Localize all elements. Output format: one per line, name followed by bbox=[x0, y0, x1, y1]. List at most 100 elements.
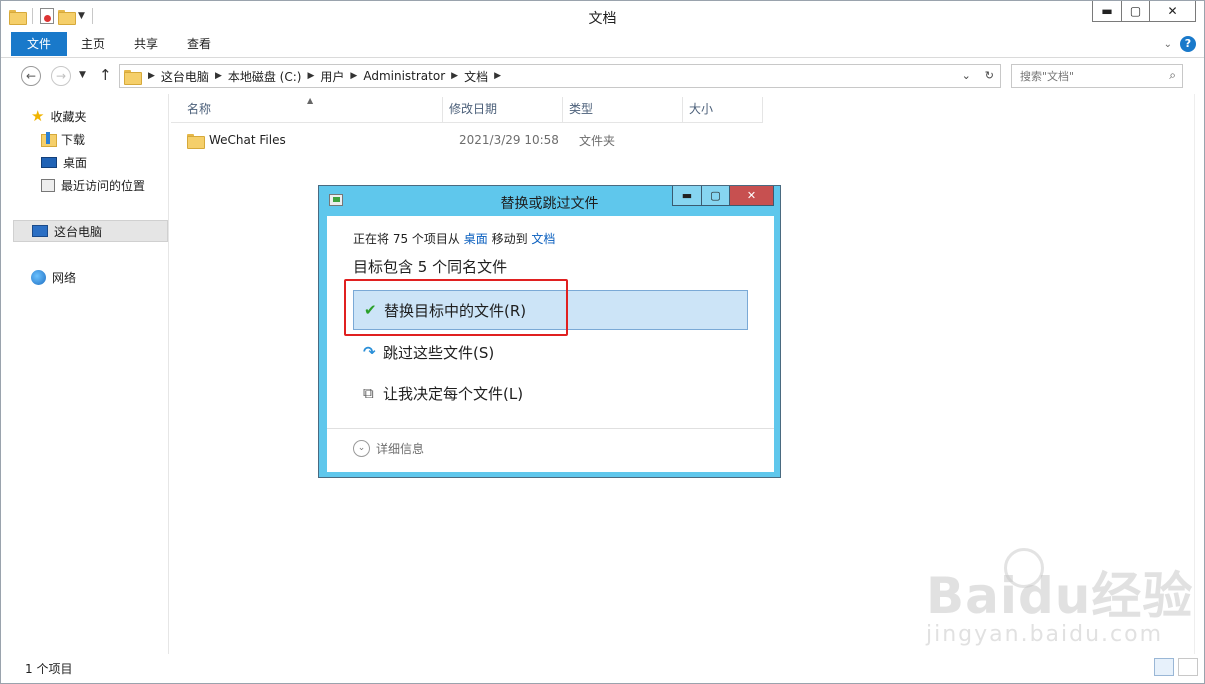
details-label: 详细信息 bbox=[376, 442, 425, 456]
breadcrumb-this-pc[interactable]: 这台电脑 bbox=[161, 68, 209, 85]
network-icon bbox=[31, 269, 46, 285]
forward-arrow-icon[interactable]: → bbox=[51, 66, 71, 86]
option-label: 让我决定每个文件(L) bbox=[383, 384, 524, 403]
breadcrumb-local-disk[interactable]: 本地磁盘 (C:) bbox=[228, 68, 302, 85]
sidebar-item-label: 下载 bbox=[61, 132, 86, 147]
sidebar-item-label: 最近访问的位置 bbox=[61, 178, 146, 193]
ribbon-right-controls: ⌄ ? bbox=[1164, 36, 1196, 52]
sidebar-item-favorites[interactable]: ★ 收藏夹 bbox=[31, 105, 86, 127]
large-icons-view-button[interactable] bbox=[1178, 658, 1198, 676]
desktop-icon bbox=[41, 156, 57, 168]
table-row[interactable]: WeChat Files 2021/3/29 10:58 文件夹 bbox=[187, 129, 699, 151]
more-details-toggle[interactable]: ⌄ 详细信息 bbox=[353, 440, 424, 457]
breadcrumb-users[interactable]: 用户 bbox=[320, 68, 344, 85]
view-buttons bbox=[1154, 658, 1198, 676]
details-view-button[interactable] bbox=[1154, 658, 1174, 676]
refresh-icon[interactable]: ↻ bbox=[985, 69, 994, 82]
move-summary-prefix: 正在将 75 个项目从 bbox=[353, 232, 460, 246]
address-bar-controls: ⌄ ↻ bbox=[962, 69, 994, 82]
vertical-scrollbar[interactable] bbox=[1194, 94, 1204, 654]
downloads-folder-icon bbox=[41, 132, 57, 147]
computer-icon bbox=[32, 225, 48, 237]
breadcrumb-separator-icon[interactable]: ▶ bbox=[307, 71, 314, 81]
breadcrumb-separator-icon[interactable]: ▶ bbox=[215, 71, 222, 81]
file-type: 文件夹 bbox=[579, 133, 616, 148]
navigation-bar: ← → ▼ ↑ ▶ 这台电脑 ▶ 本地磁盘 (C:) ▶ 用户 ▶ Admini… bbox=[1, 61, 1204, 91]
expand-ribbon-chevron-icon[interactable]: ⌄ bbox=[1164, 39, 1172, 50]
dialog-body: 正在将 75 个项目从 桌面 移动到 文档 目标包含 5 个同名文件 ✔ 替换目… bbox=[327, 216, 774, 472]
tab-share[interactable]: 共享 bbox=[123, 32, 169, 56]
search-box[interactable]: ⌕ bbox=[1011, 64, 1183, 88]
breadcrumb-separator-icon[interactable]: ▶ bbox=[451, 71, 458, 81]
dialog-window-controls: ▬ ▢ ✕ bbox=[672, 186, 774, 206]
option-label: 跳过这些文件(S) bbox=[383, 343, 495, 362]
sidebar-item-recent-places[interactable]: 最近访问的位置 bbox=[41, 174, 145, 196]
sort-ascending-icon: ▲ bbox=[307, 96, 314, 105]
breadcrumb-separator-icon[interactable]: ▶ bbox=[350, 71, 357, 81]
title-bar: ▼ 文档 ▬ ▢ ✕ bbox=[1, 1, 1204, 31]
target-folder-link[interactable]: 文档 bbox=[531, 232, 555, 246]
address-history-chevron-icon[interactable]: ⌄ bbox=[962, 69, 971, 82]
sidebar-item-network[interactable]: 网络 bbox=[31, 266, 76, 288]
window-title: 文档 bbox=[588, 11, 617, 27]
column-headers: ▲ 名称 修改日期 类型 大小 bbox=[171, 96, 763, 123]
dialog-divider bbox=[327, 428, 774, 429]
paw-logo-icon bbox=[1004, 548, 1044, 588]
breadcrumb-administrator[interactable]: Administrator bbox=[363, 69, 445, 83]
dialog-minimize-button[interactable]: ▬ bbox=[673, 186, 701, 205]
skip-arrow-icon: ↷ bbox=[363, 343, 376, 361]
sidebar-item-label: 网络 bbox=[52, 270, 77, 285]
file-modified-date: 2021/3/29 10:58 bbox=[459, 133, 559, 147]
star-icon: ★ bbox=[31, 107, 45, 125]
breadcrumb-separator-icon[interactable]: ▶ bbox=[148, 71, 155, 81]
recent-locations-chevron-icon[interactable]: ▼ bbox=[79, 70, 86, 80]
close-button[interactable]: ✕ bbox=[1149, 1, 1195, 21]
folder-icon bbox=[124, 69, 142, 85]
up-arrow-icon[interactable]: ↑ bbox=[99, 66, 112, 84]
ribbon-tabs: 文件 主页 共享 查看 ⌄ ? bbox=[1, 32, 1204, 58]
sidebar-item-label: 桌面 bbox=[63, 155, 88, 170]
help-icon[interactable]: ? bbox=[1180, 36, 1196, 52]
search-icon[interactable]: ⌕ bbox=[1169, 68, 1176, 83]
window-controls: ▬ ▢ ✕ bbox=[1092, 1, 1196, 22]
tab-home[interactable]: 主页 bbox=[71, 32, 115, 56]
address-bar[interactable]: ▶ 这台电脑 ▶ 本地磁盘 (C:) ▶ 用户 ▶ Administrator … bbox=[119, 64, 1001, 88]
minimize-button[interactable]: ▬ bbox=[1093, 1, 1121, 21]
folder-icon bbox=[187, 133, 205, 149]
decide-each-file-option[interactable]: ⧉ 让我决定每个文件(L) bbox=[353, 373, 748, 413]
column-header-size[interactable]: 大小 bbox=[683, 97, 763, 122]
source-folder-link[interactable]: 桌面 bbox=[464, 232, 488, 246]
item-count: 1 个项目 bbox=[25, 662, 73, 676]
compare-files-icon: ⧉ bbox=[363, 384, 374, 402]
back-arrow-icon[interactable]: ← bbox=[21, 66, 41, 86]
move-summary: 正在将 75 个项目从 桌面 移动到 文档 bbox=[353, 230, 555, 247]
annotation-highlight-box bbox=[344, 279, 568, 336]
file-name: WeChat Files bbox=[209, 133, 286, 147]
sidebar-item-downloads[interactable]: 下载 bbox=[41, 128, 85, 150]
navigation-pane: ★ 收藏夹 下载 桌面 最近访问的位置 这台电脑 网络 bbox=[1, 94, 169, 654]
explorer-window: ▼ 文档 ▬ ▢ ✕ 文件 主页 共享 查看 ⌄ ? ← → ▼ ↑ ▶ 这台电… bbox=[0, 0, 1205, 684]
column-header-type[interactable]: 类型 bbox=[563, 97, 683, 122]
watermark-main-text: Baidu经验 bbox=[926, 567, 1194, 625]
move-summary-mid: 移动到 bbox=[491, 232, 528, 246]
tab-view[interactable]: 查看 bbox=[177, 32, 221, 56]
skip-files-option[interactable]: ↷ 跳过这些文件(S) bbox=[353, 332, 748, 372]
watermark-url-text: jingyan.baidu.com bbox=[926, 622, 1164, 647]
dialog-maximize-button[interactable]: ▢ bbox=[701, 186, 729, 205]
conflict-heading: 目标包含 5 个同名文件 bbox=[353, 258, 508, 276]
column-header-label: 名称 bbox=[187, 102, 212, 116]
column-header-name[interactable]: ▲ 名称 bbox=[171, 96, 443, 122]
tab-file[interactable]: 文件 bbox=[11, 32, 67, 56]
recent-places-icon bbox=[41, 178, 55, 192]
breadcrumb-documents[interactable]: 文档 bbox=[464, 68, 488, 85]
maximize-button[interactable]: ▢ bbox=[1121, 1, 1149, 21]
baidu-watermark: Baidu经验 jingyan.baidu.com bbox=[926, 548, 1194, 647]
chevron-down-icon: ⌄ bbox=[353, 440, 370, 457]
sidebar-item-desktop[interactable]: 桌面 bbox=[41, 151, 87, 173]
dialog-close-button[interactable]: ✕ bbox=[729, 186, 773, 205]
breadcrumb-separator-icon[interactable]: ▶ bbox=[494, 71, 501, 81]
status-bar: 1 个项目 bbox=[1, 654, 1204, 683]
search-input[interactable] bbox=[1012, 65, 1152, 87]
column-header-date[interactable]: 修改日期 bbox=[443, 97, 563, 122]
sidebar-item-this-pc[interactable]: 这台电脑 bbox=[13, 220, 168, 242]
